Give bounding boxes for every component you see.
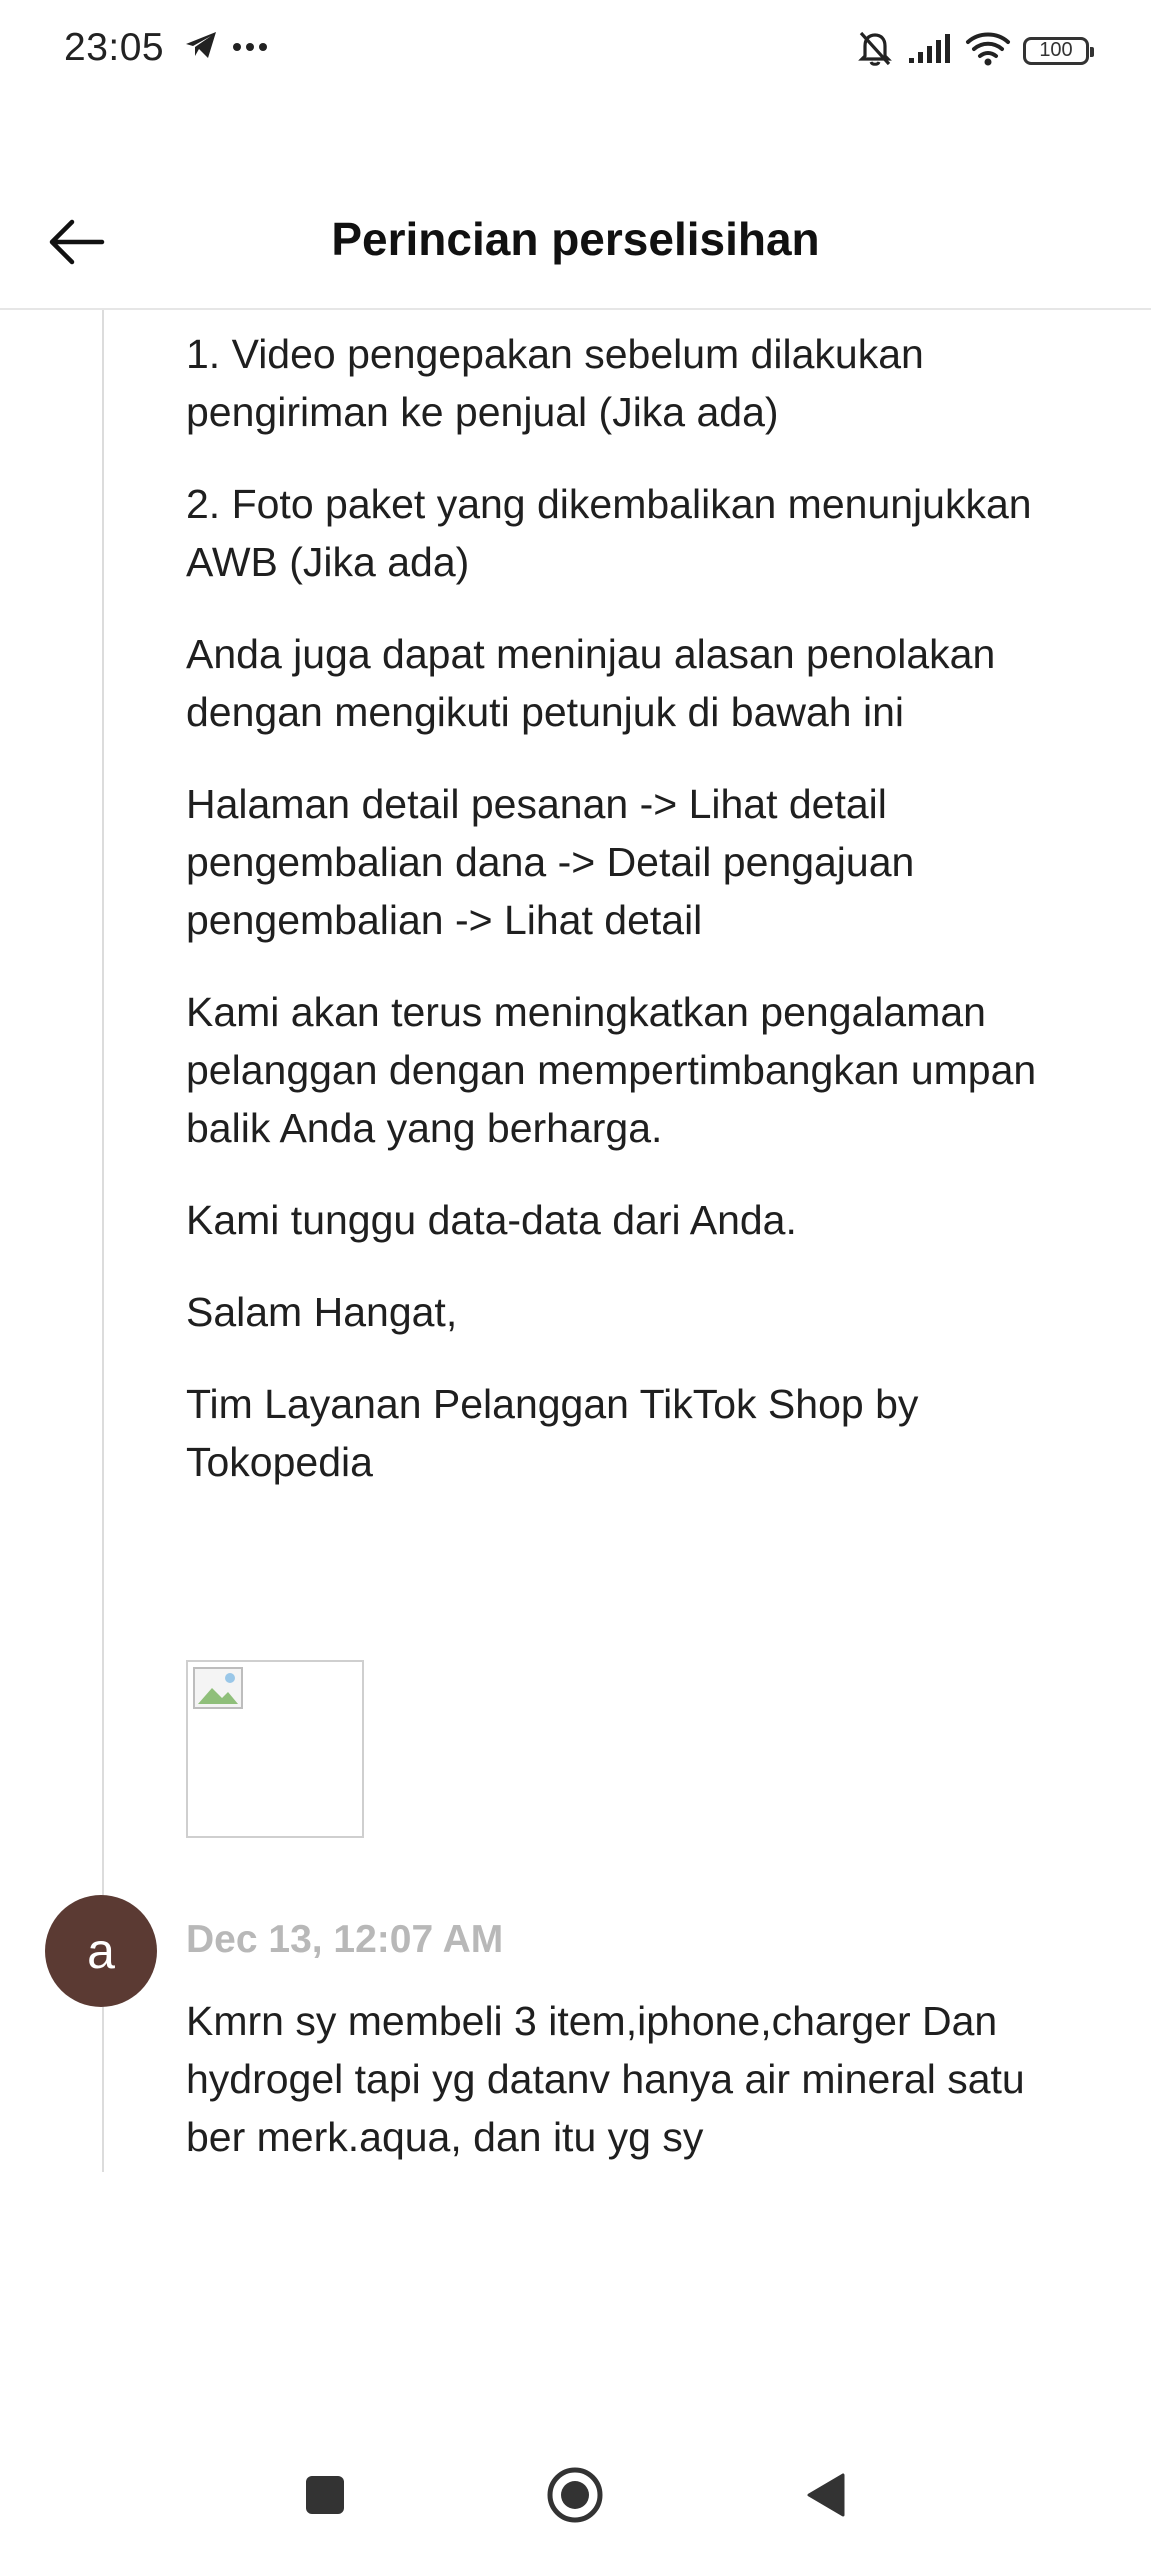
recents-button[interactable] (290, 2460, 360, 2530)
status-right-icons: 100 (855, 28, 1094, 73)
message-paragraph: Salam Hangat, (186, 1289, 458, 1335)
status-left-icons (184, 30, 268, 65)
bell-off-icon (855, 28, 895, 73)
back-nav-button[interactable] (790, 2460, 860, 2530)
timeline-line (102, 310, 104, 2172)
message-paragraph: 2. Foto paket yang dikembalikan menunjuk… (186, 481, 1032, 585)
app-header: Perincian perselisihan (0, 170, 1151, 310)
message-paragraph: Halaman detail pesanan -> Lihat detail p… (186, 781, 915, 943)
attachment-image[interactable] (186, 1660, 364, 1838)
telegram-icon (184, 30, 218, 65)
message-paragraph: 1. Video pengepakan sebelum dilakukan pe… (186, 331, 924, 435)
signal-icon (907, 32, 953, 69)
home-circle-icon (547, 2467, 603, 2523)
battery-icon: 100 (1023, 36, 1094, 65)
back-triangle-icon (807, 2473, 845, 2517)
agent-message: 1. Video pengepakan sebelum dilakukan pe… (186, 325, 1066, 1525)
wifi-icon (965, 30, 1011, 71)
recents-square-icon (306, 2476, 344, 2514)
broken-image-icon (192, 1666, 244, 1715)
message-paragraph: Kami akan terus meningkatkan pengalaman … (186, 989, 1037, 1151)
user-message: Kmrn sy membeli 3 item,iphone,charger Da… (186, 1998, 1025, 2160)
system-nav-bar (0, 2440, 1151, 2540)
status-bar: 23:05 100 (0, 0, 1151, 100)
home-button[interactable] (540, 2460, 610, 2530)
avatar: a (45, 1895, 157, 2007)
message-paragraph: Kami tunggu data-data dari Anda. (186, 1197, 797, 1243)
more-dots-icon (232, 39, 268, 57)
status-time: 23:05 (64, 26, 165, 69)
message-timestamp: Dec 13, 12:07 AM (186, 1918, 504, 1961)
page-title: Perincian perselisihan (331, 213, 820, 265)
message-paragraph: Anda juga dapat meninjau alasan penolaka… (186, 631, 996, 735)
message-signature: Tim Layanan Pelanggan TikTok Shop by Tok… (186, 1381, 919, 1485)
